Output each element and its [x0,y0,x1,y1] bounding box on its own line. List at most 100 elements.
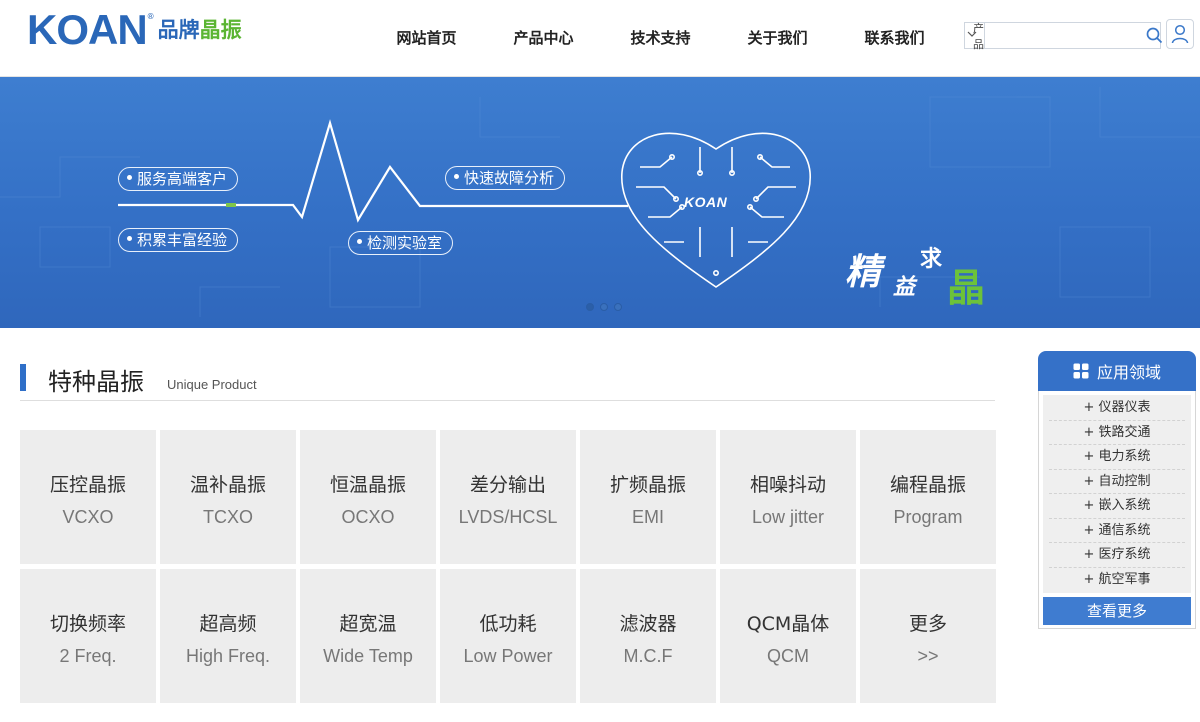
sidebar-item-embedded[interactable]: + 嵌入系统 [1049,494,1185,519]
view-more-button[interactable]: 查看更多 [1043,597,1191,625]
product-tile-wide-temp[interactable]: 超宽温 Wide Temp [300,569,436,703]
sidebar-item-power[interactable]: + 电力系统 [1049,445,1185,470]
product-tile-low-jitter[interactable]: 相噪抖动 Low jitter [720,430,856,564]
bullet-dot-icon [357,239,362,244]
product-tile-tcxo[interactable]: 温补晶振 TCXO [160,430,296,564]
product-tile-code: EMI [631,507,664,527]
product-tile-low-power[interactable]: 低功耗 Low Power [440,569,576,703]
sidebar-item-aerospace[interactable]: + 航空军事 [1049,568,1185,593]
application-fields-body: + 仪器仪表 + 铁路交通 + 电力系统 + 自动控制 + 嵌入系统 + 通信系… [1038,391,1196,629]
product-tile-name: 超高频 [199,613,257,635]
sidebar-item-automation[interactable]: + 自动控制 [1049,470,1185,494]
product-tile-name: 恒温晶振 [329,474,406,496]
nav-home[interactable]: 网站首页 [368,24,485,52]
product-tile-2freq[interactable]: 切换频率 2 Freq. [20,569,156,703]
banner-tag-label: 积累丰富经验 [137,231,228,249]
slogan-char-1: 精 [845,251,882,293]
product-tile-code: Low Power [463,646,553,666]
slogan-char-3: 求 [920,246,943,272]
bullet-dot-icon [454,174,459,179]
application-fields-panel: 应用领域 + 仪器仪表 + 铁路交通 + 电力系统 + 自动控制 + 嵌入系统 … [1038,351,1196,629]
product-tile-code: QCM [767,646,809,666]
sidebar-item-communication[interactable]: + 通信系统 [1049,519,1185,543]
product-tile-name: 差分输出 [469,474,546,496]
search-icon [1146,27,1163,44]
product-tile-code: Wide Temp [323,646,413,666]
product-tile-code: >> [917,646,939,666]
carousel-dot-3[interactable] [614,303,622,311]
product-tile-name: QCM晶体 [746,613,830,635]
product-tile-code: Program [893,507,963,527]
nav-about[interactable]: 关于我们 [719,24,836,52]
product-tile-ocxo[interactable]: 恒温晶振 OCXO [300,430,436,564]
product-tile-program[interactable]: 编程晶振 Program [860,430,996,564]
circuit-heart-icon [621,132,811,288]
search-category-select[interactable]: 产品 [965,22,985,51]
banner-tag-fault-analysis: 快速故障分析 [445,166,566,190]
product-tile-name: 编程晶振 [889,474,966,496]
product-grid: 压控晶振 VCXO 温补晶振 TCXO 恒温晶振 OCXO 差分输出 LVDS/HCSL… [20,430,996,703]
chevron-down-icon [967,31,977,37]
application-fields-header: 应用领域 [1038,351,1196,391]
banner-tag-service: 服务高端客户 [118,167,239,191]
main-nav: 网站首页 产品中心 技术支持 关于我们 联系我们 [368,24,953,52]
product-tile-code: TCXO [202,507,253,527]
banner-tag-label: 服务高端客户 [137,170,228,188]
carousel-dot-2[interactable] [600,303,608,311]
product-tile-name: 扩频晶振 [609,474,686,496]
product-tile-name: 相噪抖动 [749,474,826,496]
product-tile-name: 超宽温 [339,613,397,635]
banner-tag-label: 快速故障分析 [464,169,555,187]
grid-icon [1073,363,1089,379]
banner-heart-logo: KOAN [684,194,728,210]
logo-registered-mark: ® [146,12,155,21]
slogan-char-2: 益 [893,274,916,300]
search-bar: 产品 [964,22,1163,51]
product-tile-name: 压控晶振 [49,474,126,496]
nav-contact[interactable]: 联系我们 [836,24,953,52]
section-subtitle: Unique Product [167,377,257,392]
logo-cn-brand: 品牌 [157,18,200,42]
product-tile-vcxo[interactable]: 压控晶振 VCXO [20,430,156,564]
product-tile-lvds[interactable]: 差分输出 LVDS/HCSL [440,430,576,564]
sidebar-item-railway[interactable]: + 铁路交通 [1049,421,1185,445]
banner-tag-label: 检测实验室 [367,234,443,252]
bullet-dot-icon [127,236,132,241]
banner-tag-experience: 积累丰富经验 [118,228,239,252]
product-tile-name: 切换频率 [49,613,126,635]
sidebar-item-medical[interactable]: + 医疗系统 [1049,543,1185,568]
search-input[interactable] [985,23,1146,48]
search-button[interactable] [1146,23,1163,48]
product-tile-name: 温补晶振 [189,474,266,496]
product-tile-name: 低功耗 [479,613,537,635]
logo-cn-crystal: 晶振 [199,18,242,42]
slogan-char-4: 晶 [947,265,986,310]
application-fields-title: 应用领域 [1096,363,1161,382]
nav-tech-support[interactable]: 技术支持 [602,24,719,52]
product-tile-name: 滤波器 [619,613,677,635]
product-tile-code: LVDS/HCSL [458,507,558,527]
product-tile-mcf[interactable]: 滤波器 M.C.F [580,569,716,703]
section-divider [20,400,995,401]
sidebar-item-instruments[interactable]: + 仪器仪表 [1049,396,1185,421]
product-tile-code: 2 Freq. [59,646,117,666]
user-account-button[interactable] [1166,19,1194,49]
user-icon [1171,24,1189,44]
section-title-accent [20,364,26,391]
logo-wordmark: KOAN [27,6,148,53]
nav-products[interactable]: 产品中心 [485,24,602,52]
product-tile-name: 更多 [908,613,947,635]
product-tile-more[interactable]: 更多 >> [860,569,996,703]
heartbeat-line-graphic [118,119,811,288]
logo-chinese-text: 品牌晶振 [158,10,242,50]
product-tile-emi[interactable]: 扩频晶振 EMI [580,430,716,564]
hero-banner[interactable]: KOAN 服务高端客户 积累丰富经验 快速故障分析 检测实验室 精 益 求 晶 [0,77,1200,328]
site-logo[interactable]: KOAN ® 品牌晶振 [27,6,242,53]
section-title: 特种晶振 [48,368,144,396]
product-tile-qcm[interactable]: QCM晶体 QCM [720,569,856,703]
product-tile-high-freq[interactable]: 超高频 High Freq. [160,569,296,703]
application-fields-list: + 仪器仪表 + 铁路交通 + 电力系统 + 自动控制 + 嵌入系统 + 通信系… [1043,395,1191,593]
bullet-dot-icon [127,175,132,180]
carousel-dot-1[interactable] [586,303,594,311]
banner-tag-lab: 检测实验室 [348,231,454,255]
